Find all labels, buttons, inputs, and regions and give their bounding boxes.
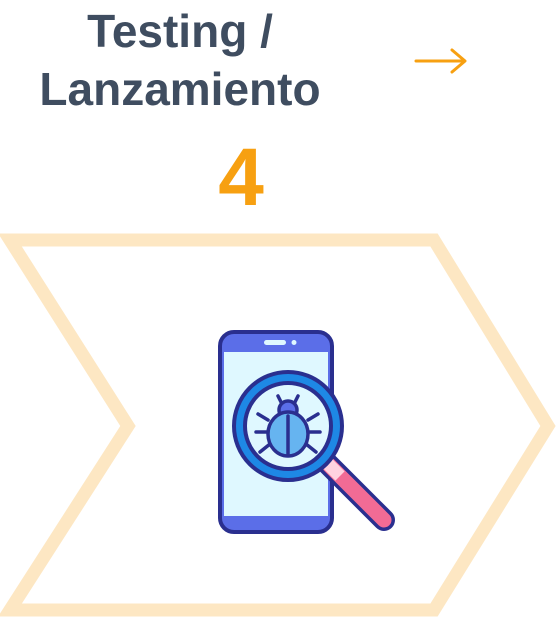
- step-title-line-2: Lanzamiento: [39, 63, 321, 115]
- step-title-line-1: Testing /: [87, 5, 273, 57]
- step-title: Testing / Lanzamiento: [0, 2, 360, 118]
- bug-search-phone-icon: [218, 330, 395, 534]
- arrow-right-icon[interactable]: [412, 38, 472, 84]
- step-number: 4: [218, 132, 264, 223]
